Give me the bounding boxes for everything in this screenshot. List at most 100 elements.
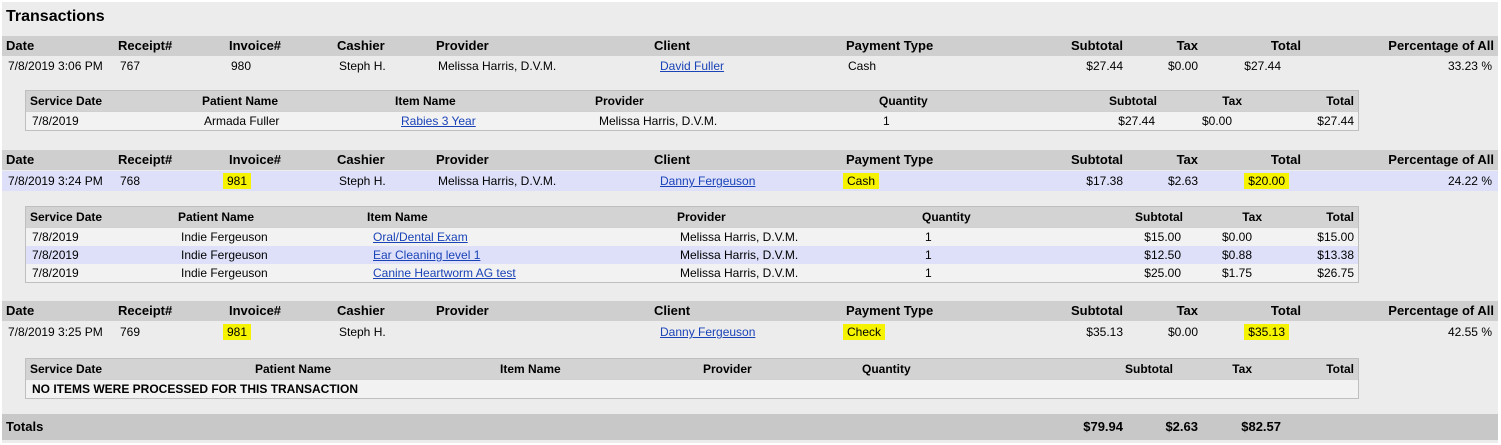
item-tax: $1.75 bbox=[1221, 266, 1252, 280]
cell-payment-type: Cash bbox=[848, 59, 877, 73]
transaction-row: 7/8/2019 3:24 PM 768 981 Steph H. Meliss… bbox=[2, 171, 1498, 191]
col-subtotal: Subtotal bbox=[1071, 303, 1123, 318]
cell-percentage: 24.22 % bbox=[1447, 174, 1492, 188]
item-name-link[interactable]: Canine Heartworm AG test bbox=[373, 264, 516, 282]
cell-total: $27.44 bbox=[1244, 59, 1281, 73]
client-link[interactable]: Danny Fergeuson bbox=[660, 322, 755, 342]
col-item-subtotal: Subtotal bbox=[1125, 362, 1173, 376]
items-subtable: Service Date Patient Name Item Name Prov… bbox=[25, 358, 1359, 399]
cell-percentage: 42.55 % bbox=[1447, 325, 1492, 339]
totals-label: Totals bbox=[6, 419, 44, 434]
col-item-name: Item Name bbox=[367, 210, 428, 224]
items-header: Service Date Patient Name Item Name Prov… bbox=[26, 359, 1358, 379]
col-provider: Provider bbox=[436, 303, 489, 318]
no-items-message: NO ITEMS WERE PROCESSED FOR THIS TRANSAC… bbox=[32, 382, 359, 396]
col-date: Date bbox=[6, 152, 35, 167]
transaction-row: 7/8/2019 3:25 PM 769 981 Steph H. Danny … bbox=[2, 322, 1498, 342]
col-percentage: Percentage of All bbox=[1388, 38, 1494, 53]
client-link[interactable]: David Fuller bbox=[660, 56, 724, 76]
col-quantity: Quantity bbox=[879, 94, 928, 108]
transaction-header: Date Receipt# Invoice# Cashier Provider … bbox=[2, 150, 1498, 170]
cell-tax: $0.00 bbox=[1167, 325, 1198, 339]
item-row: 7/8/2019 Indie Fergeuson Canine Heartwor… bbox=[26, 264, 1358, 282]
col-quantity: Quantity bbox=[922, 210, 971, 224]
col-service-date: Service Date bbox=[30, 210, 103, 224]
no-items-row: NO ITEMS WERE PROCESSED FOR THIS TRANSAC… bbox=[26, 379, 1358, 398]
item-row: 7/8/2019 Armada Fuller Rabies 3 Year Mel… bbox=[26, 111, 1358, 130]
col-payment-type: Payment Type bbox=[846, 152, 934, 167]
cell-invoice: 980 bbox=[231, 59, 252, 73]
item-patient-name: Indie Fergeuson bbox=[181, 248, 268, 262]
col-item-total: Total bbox=[1326, 210, 1354, 224]
col-invoice: Invoice# bbox=[229, 38, 282, 53]
col-invoice: Invoice# bbox=[229, 303, 282, 318]
item-provider: Melissa Harris, D.V.M. bbox=[680, 230, 799, 244]
cell-tax: $2.63 bbox=[1167, 174, 1198, 188]
cell-total: $35.13 bbox=[1244, 324, 1289, 340]
cell-payment-type: Check bbox=[843, 324, 886, 340]
cell-receipt: 768 bbox=[120, 174, 141, 188]
col-item-total: Total bbox=[1326, 362, 1354, 376]
cell-date: 7/8/2019 3:06 PM bbox=[8, 59, 103, 73]
transaction-row: 7/8/2019 3:06 PM 767 980 Steph H. Meliss… bbox=[2, 56, 1498, 76]
cell-provider: Melissa Harris, D.V.M. bbox=[438, 59, 557, 73]
item-name-link[interactable]: Ear Cleaning level 1 bbox=[373, 246, 480, 264]
cell-cashier: Steph H. bbox=[339, 174, 386, 188]
col-client: Client bbox=[654, 152, 691, 167]
col-item-subtotal: Subtotal bbox=[1109, 94, 1157, 108]
cell-date: 7/8/2019 3:24 PM bbox=[8, 174, 103, 188]
cell-cashier: Steph H. bbox=[339, 325, 386, 339]
items-header: Service Date Patient Name Item Name Prov… bbox=[26, 207, 1358, 227]
item-name-link[interactable]: Oral/Dental Exam bbox=[373, 228, 468, 246]
col-service-date: Service Date bbox=[30, 362, 103, 376]
col-item-provider: Provider bbox=[677, 210, 726, 224]
cell-tax: $0.00 bbox=[1167, 59, 1198, 73]
col-payment-type: Payment Type bbox=[846, 38, 934, 53]
col-cashier: Cashier bbox=[337, 152, 385, 167]
col-subtotal: Subtotal bbox=[1071, 38, 1123, 53]
client-link[interactable]: Danny Fergeuson bbox=[660, 171, 755, 191]
item-row: 7/8/2019 Indie Fergeuson Oral/Dental Exa… bbox=[26, 227, 1358, 246]
col-item-provider: Provider bbox=[703, 362, 752, 376]
col-client: Client bbox=[654, 38, 691, 53]
col-percentage: Percentage of All bbox=[1388, 303, 1494, 318]
col-item-total: Total bbox=[1326, 94, 1354, 108]
item-name-link[interactable]: Rabies 3 Year bbox=[401, 112, 476, 130]
col-client: Client bbox=[654, 303, 691, 318]
item-patient-name: Armada Fuller bbox=[204, 114, 280, 128]
transactions-report: Transactions Date Receipt# Invoice# Cash… bbox=[2, 2, 1498, 443]
item-service-date: 7/8/2019 bbox=[32, 114, 79, 128]
col-subtotal: Subtotal bbox=[1071, 152, 1123, 167]
col-item-tax: Tax bbox=[1242, 210, 1262, 224]
col-quantity: Quantity bbox=[862, 362, 911, 376]
cell-percentage: 33.23 % bbox=[1447, 59, 1492, 73]
col-service-date: Service Date bbox=[30, 94, 103, 108]
transaction-header: Date Receipt# Invoice# Cashier Provider … bbox=[2, 36, 1498, 56]
item-provider: Melissa Harris, D.V.M. bbox=[599, 114, 718, 128]
cell-payment-type: Cash bbox=[843, 173, 880, 189]
item-subtotal: $15.00 bbox=[1144, 230, 1181, 244]
col-provider: Provider bbox=[436, 38, 489, 53]
items-subtable: Service Date Patient Name Item Name Prov… bbox=[25, 90, 1359, 131]
cell-total: $20.00 bbox=[1244, 173, 1289, 189]
totals-total: $82.57 bbox=[1241, 419, 1281, 434]
cell-subtotal: $35.13 bbox=[1086, 325, 1123, 339]
item-tax: $0.88 bbox=[1221, 248, 1252, 262]
item-provider: Melissa Harris, D.V.M. bbox=[680, 266, 799, 280]
item-total: $13.38 bbox=[1317, 248, 1354, 262]
cell-invoice: 981 bbox=[223, 324, 252, 340]
cell-cashier: Steph H. bbox=[339, 59, 386, 73]
item-tax: $0.00 bbox=[1221, 230, 1252, 244]
cell-invoice: 981 bbox=[223, 173, 252, 189]
col-item-tax: Tax bbox=[1222, 94, 1242, 108]
cell-date: 7/8/2019 3:25 PM bbox=[8, 325, 103, 339]
col-item-tax: Tax bbox=[1232, 362, 1252, 376]
col-payment-type: Payment Type bbox=[846, 303, 934, 318]
col-patient-name: Patient Name bbox=[202, 94, 279, 108]
item-quantity: 1 bbox=[925, 266, 932, 280]
item-service-date: 7/8/2019 bbox=[32, 266, 79, 280]
col-cashier: Cashier bbox=[337, 303, 385, 318]
col-tax: Tax bbox=[1176, 303, 1198, 318]
totals-row: Totals $79.94 $2.63 $82.57 bbox=[2, 414, 1498, 440]
col-receipt: Receipt# bbox=[118, 152, 173, 167]
